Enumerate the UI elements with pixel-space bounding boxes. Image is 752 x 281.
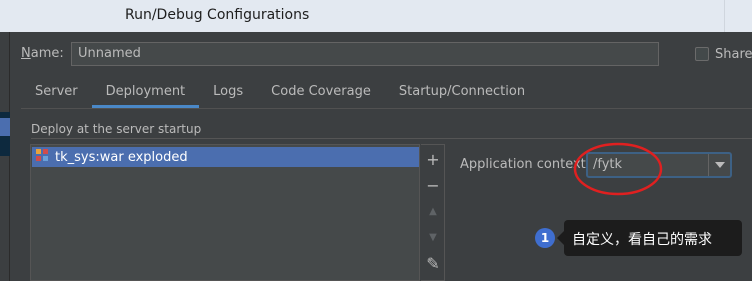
title-bar: Run/Debug Configurations	[0, 0, 752, 32]
artifact-list[interactable]: tk_sys:war exploded	[30, 144, 420, 281]
tab-code-coverage[interactable]: Code Coverage	[257, 80, 385, 108]
edit-icon[interactable]: ✎	[421, 251, 445, 277]
name-label: Name:	[21, 46, 64, 61]
remove-icon[interactable]: −	[421, 173, 445, 199]
window-title: Run/Debug Configurations	[125, 7, 310, 23]
move-up-icon[interactable]: ▲	[421, 199, 445, 225]
artifact-label: tk_sys:war exploded	[55, 149, 188, 165]
artifact-toolbar: + − ▲ ▼ ✎	[421, 144, 445, 281]
tab-server[interactable]: Server	[21, 80, 92, 108]
annotation-callout: 自定义，看自己的需求	[557, 220, 742, 256]
tab-logs[interactable]: Logs	[199, 80, 257, 108]
list-item[interactable]: tk_sys:war exploded	[32, 147, 419, 167]
artifact-icon	[35, 148, 49, 166]
add-icon[interactable]: +	[421, 147, 445, 173]
name-label-mnemonic: N	[21, 46, 31, 61]
configuration-tree-edge[interactable]	[0, 32, 10, 281]
group-divider	[31, 138, 752, 139]
tree-selected-item[interactable]	[0, 118, 10, 136]
tab-deployment[interactable]: Deployment	[92, 80, 200, 108]
move-down-icon[interactable]: ▼	[421, 225, 445, 251]
annotation-badge: 1	[535, 228, 555, 248]
group-title: Deploy at the server startup	[31, 122, 202, 136]
name-input[interactable]: Unnamed	[71, 42, 659, 66]
tab-bar: Server Deployment Logs Code Coverage Sta…	[21, 80, 539, 108]
share-label[interactable]: Share	[715, 47, 752, 62]
share-checkbox[interactable]	[695, 47, 709, 61]
name-label-rest: ame:	[30, 46, 64, 61]
chevron-down-icon	[714, 162, 725, 168]
window-controls[interactable]	[724, 0, 752, 32]
dropdown-button[interactable]	[708, 154, 730, 176]
application-context-label: Application context:	[460, 157, 591, 172]
highlight-ellipse	[573, 142, 663, 196]
tab-divider	[21, 108, 752, 109]
tab-startup-connection[interactable]: Startup/Connection	[385, 80, 539, 108]
